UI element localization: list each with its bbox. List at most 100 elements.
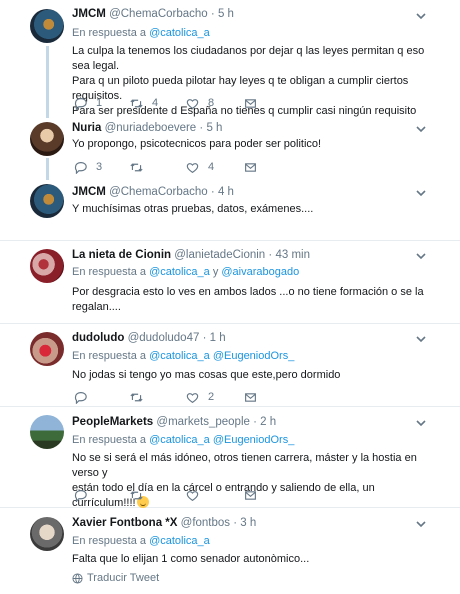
author-handle[interactable]: @fontbos (181, 517, 230, 529)
like-button[interactable]: 8 (186, 96, 214, 110)
tweet[interactable]: JMCM @ChemaCorbacho · 5 h En respuesta a… (0, 0, 460, 118)
envelope-icon (245, 490, 256, 500)
chevron-down-icon[interactable] (414, 517, 428, 531)
envelope-icon (245, 98, 256, 108)
tweet-text-line: Yo propongo, psicotecnicos para poder se… (72, 138, 322, 150)
avatar[interactable] (30, 122, 64, 156)
mention-link[interactable]: @EugeniodOrs_ (213, 434, 295, 446)
chevron-down-icon[interactable] (414, 249, 428, 263)
retweet-button[interactable]: 4 (130, 96, 158, 110)
avatar[interactable] (30, 332, 64, 366)
tweet[interactable]: Xavier Fontbona *X @fontbos · 3 h En res… (0, 508, 460, 594)
reply-count: 3 (96, 161, 103, 173)
separator-dot: · (202, 332, 207, 344)
tweet-text: Y muchísimas otras pruebas, datos, exáme… (72, 202, 436, 217)
retweet-button[interactable] (130, 390, 143, 404)
reply-button[interactable]: 1 (74, 96, 102, 110)
chevron-down-icon[interactable] (414, 186, 428, 200)
like-count: 2 (208, 391, 215, 403)
reply-prefix: En respuesta a (72, 266, 146, 278)
translate-label: Traducir Tweet (87, 572, 160, 584)
heart-icon (186, 490, 199, 501)
tweet-actions (72, 488, 272, 502)
reply-button[interactable]: 3 (74, 160, 102, 174)
tweet-header: La nieta de Cionin @lanietadeCionin · 43… (72, 249, 420, 261)
chevron-down-icon[interactable] (414, 416, 428, 430)
dm-button[interactable] (244, 160, 257, 174)
dm-button[interactable] (244, 96, 257, 110)
timestamp[interactable]: 5 h (218, 8, 234, 20)
tweet[interactable]: La nieta de Cionin @lanietadeCionin · 43… (0, 241, 460, 324)
globe-icon (72, 572, 83, 584)
retweet-icon (130, 490, 143, 500)
author-handle[interactable]: @dudoludo47 (128, 332, 200, 344)
author-handle[interactable]: @nuriadeboevere (105, 122, 197, 134)
tweet-actions: 2 (72, 390, 272, 404)
tweet[interactable]: dudoludo @dudoludo47 · 1 h En respuesta … (0, 324, 460, 407)
heart-icon (186, 392, 199, 403)
mention-link[interactable]: @catolica_a (149, 350, 210, 362)
author-name[interactable]: Nuria (72, 122, 101, 134)
avatar[interactable] (30, 249, 64, 283)
like-count: 4 (208, 161, 215, 173)
tweet-header: PeopleMarkets @markets_people · 2 h (72, 416, 420, 428)
tweet-text-line: No se si será el más idóneo, otros tiene… (72, 452, 417, 479)
timestamp[interactable]: 2 h (260, 416, 276, 428)
dm-button[interactable] (244, 390, 257, 404)
author-handle[interactable]: @lanietadeCionin (174, 249, 265, 261)
retweet-icon (130, 98, 143, 108)
reply-context: En respuesta a @catolica_a y @aivaraboga… (72, 266, 299, 278)
timestamp[interactable]: 43 min (275, 249, 310, 261)
tweet-text: Yo propongo, psicotecnicos para poder se… (72, 137, 436, 152)
dm-button[interactable] (244, 488, 257, 502)
reply-button[interactable] (74, 488, 87, 502)
timestamp[interactable]: 5 h (206, 122, 222, 134)
like-button[interactable]: 2 (186, 390, 214, 404)
reply-icon (74, 391, 87, 404)
author-handle[interactable]: @ChemaCorbacho (109, 8, 208, 20)
timestamp[interactable]: 3 h (240, 517, 256, 529)
chevron-down-icon[interactable] (414, 122, 428, 136)
like-button[interactable] (186, 488, 199, 502)
tweet-text-line: Y muchísimas otras pruebas, datos, exáme… (72, 203, 314, 215)
mention-link[interactable]: @EugeniodOrs_ (213, 350, 295, 362)
avatar[interactable] (30, 415, 64, 449)
tweet-header: Nuria @nuriadeboevere · 5 h (72, 122, 420, 134)
reply-button[interactable] (74, 390, 87, 404)
avatar[interactable] (30, 9, 64, 43)
mention-link[interactable]: @aivarabogado (221, 266, 299, 278)
reply-context: En respuesta a @catolica_a (72, 535, 210, 547)
chevron-down-icon[interactable] (414, 332, 428, 346)
author-name[interactable]: JMCM (72, 8, 106, 20)
author-handle[interactable]: @markets_people (156, 416, 250, 428)
mention-link[interactable]: @catolica_a (149, 535, 210, 547)
mention-link[interactable]: @catolica_a (149, 434, 210, 446)
retweet-count: 4 (152, 97, 159, 109)
author-name[interactable]: JMCM (72, 186, 106, 198)
tweet[interactable]: PeopleMarkets @markets_people · 2 h En r… (0, 407, 460, 509)
author-name[interactable]: Xavier Fontbona *X (72, 517, 177, 529)
chevron-down-icon[interactable] (414, 9, 428, 23)
retweet-button[interactable] (130, 160, 143, 174)
separator-dot: · (253, 416, 257, 428)
translate-tweet-link[interactable]: Traducir Tweet (72, 572, 159, 584)
tweet-text-line: Falta que lo elijan 1 como senador auton… (72, 553, 310, 565)
separator-dot: · (210, 186, 215, 198)
avatar[interactable] (30, 517, 64, 551)
mention-link[interactable]: @catolica_a (149, 27, 210, 39)
separator-dot: · (199, 122, 204, 134)
mention-link[interactable]: @catolica_a (149, 266, 210, 278)
reply-prefix: En respuesta a (72, 434, 146, 446)
tweet[interactable]: Nuria @nuriadeboevere · 5 h Yo propongo,… (0, 118, 460, 180)
tweet-actions: 1 4 8 (72, 96, 272, 110)
like-button[interactable]: 4 (186, 160, 214, 174)
retweet-button[interactable] (130, 488, 143, 502)
author-name[interactable]: La nieta de Cionin (72, 249, 171, 261)
author-name[interactable]: dudoludo (72, 332, 124, 344)
avatar[interactable] (30, 184, 64, 218)
tweet[interactable]: JMCM @ChemaCorbacho · 4 h Y muchísimas o… (0, 180, 460, 241)
author-handle[interactable]: @ChemaCorbacho (109, 186, 208, 198)
author-name[interactable]: PeopleMarkets (72, 416, 153, 428)
timestamp[interactable]: 1 h (210, 332, 226, 344)
timestamp[interactable]: 4 h (218, 186, 234, 198)
